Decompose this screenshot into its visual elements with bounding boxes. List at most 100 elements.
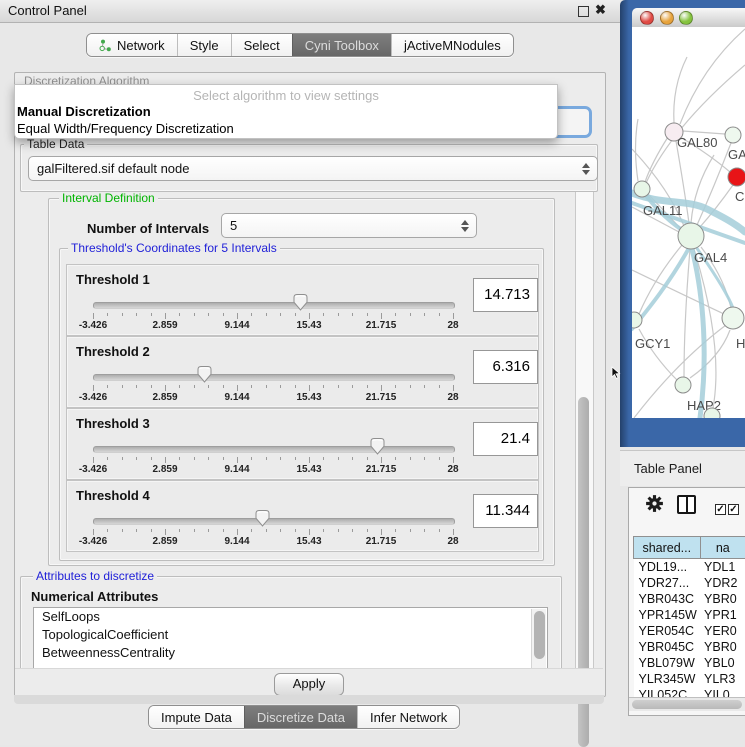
network-node-gal11[interactable] <box>634 181 650 197</box>
threshold-value-field[interactable]: 21.4 <box>473 422 538 456</box>
tick-label: -3.426 <box>63 464 123 475</box>
vertical-scrollbar[interactable] <box>575 192 594 668</box>
table-row[interactable]: YBL079WYBL0 <box>634 655 745 671</box>
minimize-traffic-light[interactable] <box>660 11 674 25</box>
horizontal-scrollbar[interactable] <box>629 697 745 711</box>
node-attribute-table[interactable]: shared...na YDL19...YDL1YDR27...YDR2YBR0… <box>633 536 745 703</box>
tab-cyni-toolbox[interactable]: Cyni Toolbox <box>292 34 391 56</box>
tab-select[interactable]: Select <box>231 34 292 56</box>
network-node-hap2[interactable] <box>675 377 691 393</box>
table-data-value: galFiltered.sif default node <box>37 161 189 176</box>
network-edge-highlighted[interactable] <box>692 249 704 418</box>
tick-mark <box>179 313 180 316</box>
network-edge[interactable] <box>683 131 725 134</box>
dropdown-option-manual-discretization[interactable]: Manual Discretization <box>15 103 557 120</box>
gear-icon[interactable] <box>645 494 664 513</box>
table-cell[interactable]: YBR043C <box>634 591 701 607</box>
tab-discretize-data[interactable]: Discretize Data <box>244 706 357 728</box>
tick-mark <box>395 529 396 532</box>
network-edge[interactable] <box>636 119 639 181</box>
threshold-value-field[interactable]: 11.344 <box>473 494 538 528</box>
network-canvas[interactable]: GAL80GALCGAL11GAL4GCY1HHAP2 <box>632 27 745 418</box>
slider-track[interactable] <box>93 374 455 381</box>
close-icon[interactable]: ✖ <box>595 2 606 18</box>
table-cell[interactable]: YDL19... <box>634 559 701 576</box>
split-columns-icon[interactable] <box>677 495 696 514</box>
apply-button[interactable]: Apply <box>274 673 344 696</box>
tick-label: 15.43 <box>279 464 339 475</box>
number-of-intervals-combobox[interactable]: 5 <box>221 213 477 238</box>
table-cell[interactable]: YBR0 <box>700 639 745 655</box>
network-window-titlebar[interactable] <box>632 8 745 28</box>
network-edge[interactable] <box>645 137 668 182</box>
table-cell[interactable]: YDR2 <box>700 575 745 591</box>
attribute-item-selfloops[interactable]: SelfLoops <box>34 608 547 626</box>
network-view-window[interactable]: GAL80GALCGAL11GAL4GCY1HHAP2 <box>620 0 745 447</box>
table-cell[interactable]: YBL079W <box>634 655 701 671</box>
network-edge[interactable] <box>639 245 682 314</box>
column-header-shared[interactable]: shared... <box>634 537 701 559</box>
table-row[interactable]: YDL19...YDL1 <box>634 559 745 576</box>
network-edge[interactable] <box>632 270 724 314</box>
tab-style[interactable]: Style <box>177 34 231 56</box>
slider-track[interactable] <box>93 302 455 309</box>
float-window-icon[interactable] <box>578 6 589 17</box>
select-none-checkbox-icon[interactable]: ✓ <box>728 504 739 515</box>
table-cell[interactable]: YER054C <box>634 623 701 639</box>
select-all-checkbox-icon[interactable]: ✓ <box>715 504 726 515</box>
numerical-attributes-list[interactable]: SelfLoopsTopologicalCoefficientBetweenne… <box>33 607 548 668</box>
tick-mark <box>453 313 454 319</box>
network-edge[interactable] <box>680 29 745 124</box>
network-node-gal4[interactable] <box>678 223 704 249</box>
slider-thumb[interactable] <box>292 293 309 312</box>
table-cell[interactable]: YLR3 <box>700 671 745 687</box>
tick-mark <box>208 385 209 388</box>
scrollbar-thumb[interactable] <box>632 700 742 709</box>
network-node-gal[interactable] <box>725 127 741 143</box>
table-cell[interactable]: YBR0 <box>700 591 745 607</box>
table-toolbar: ✓ ✓ <box>629 488 745 534</box>
close-traffic-light[interactable] <box>640 11 654 25</box>
column-header-na[interactable]: na <box>700 537 745 559</box>
slider-track[interactable] <box>93 518 455 525</box>
table-row[interactable]: YBR043CYBR0 <box>634 591 745 607</box>
table-cell[interactable]: YPR145W <box>634 607 701 623</box>
network-node-gcy1[interactable] <box>632 312 642 328</box>
table-row[interactable]: YDR27...YDR2 <box>634 575 745 591</box>
table-cell[interactable]: YDR27... <box>634 575 701 591</box>
network-edge[interactable] <box>646 65 745 183</box>
tab-network[interactable]: Network <box>87 34 177 56</box>
list-scrollbar[interactable] <box>531 609 546 668</box>
slider-track[interactable] <box>93 446 455 453</box>
table-cell[interactable]: YBL0 <box>700 655 745 671</box>
table-cell[interactable]: YBR045C <box>634 639 701 655</box>
table-row[interactable]: YLR345WYLR3 <box>634 671 745 687</box>
tick-label: 2.859 <box>135 320 195 331</box>
threshold-value-field[interactable]: 6.316 <box>473 350 538 384</box>
table-cell[interactable]: YPR1 <box>700 607 745 623</box>
table-row[interactable]: YER054CYER0 <box>634 623 745 639</box>
slider-thumb[interactable] <box>196 365 213 384</box>
threshold-value-field[interactable]: 14.713 <box>473 278 538 312</box>
table-cell[interactable]: YDL1 <box>700 559 745 576</box>
tab-impute-data[interactable]: Impute Data <box>149 706 244 728</box>
tick-mark <box>208 529 209 532</box>
slider-thumb[interactable] <box>254 509 271 528</box>
tick-mark <box>151 457 152 460</box>
network-graph[interactable]: GAL80GALCGAL11GAL4GCY1HHAP2 <box>632 27 745 418</box>
network-node-c[interactable] <box>728 168 745 186</box>
tab-jactivemnodules[interactable]: jActiveMNodules <box>391 34 513 56</box>
slider-thumb[interactable] <box>369 437 386 456</box>
attribute-item-topologicalcoefficient[interactable]: TopologicalCoefficient <box>34 626 547 644</box>
table-cell[interactable]: YLR345W <box>634 671 701 687</box>
table-row[interactable]: YBR045CYBR0 <box>634 639 745 655</box>
tab-label: Infer Network <box>370 710 447 725</box>
zoom-traffic-light[interactable] <box>679 11 693 25</box>
attribute-item-betweennesscentrality[interactable]: BetweennessCentrality <box>34 644 547 662</box>
table-row[interactable]: YPR145WYPR1 <box>634 607 745 623</box>
table-data-combobox[interactable]: galFiltered.sif default node <box>28 156 598 181</box>
tab-infer-network[interactable]: Infer Network <box>357 706 459 728</box>
network-node-h[interactable] <box>722 307 744 329</box>
table-cell[interactable]: YER0 <box>700 623 745 639</box>
dropdown-option-equal-width-frequency-discretization[interactable]: Equal Width/Frequency Discretization <box>15 120 557 137</box>
